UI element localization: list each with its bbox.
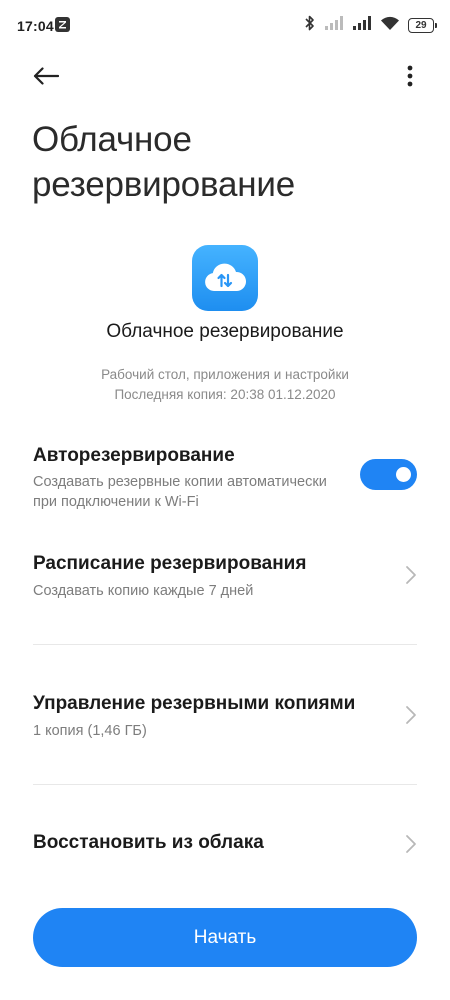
divider [33,784,417,785]
bluetooth-icon [304,14,316,37]
chevron-right-icon [406,706,416,724]
more-vertical-icon [407,65,413,87]
manage-backups-title: Управление резервными копиями [33,693,356,714]
signal-icon [324,15,344,36]
page-title: Облачное резервирование [32,120,296,204]
backup-contents-text: Рабочий стол, приложения и настройки [101,367,349,382]
divider [33,644,417,645]
status-icons: 29 [304,14,437,37]
restore-title: Восстановить из облака [33,832,264,853]
last-backup-text: Последняя копия: 20:38 01.12.2020 [114,387,336,402]
wifi-icon [380,15,400,36]
hero-title: Облачное резервирование [106,321,344,342]
app-notification-icon [55,17,70,32]
back-button[interactable] [28,58,64,94]
cloud-sync-icon [192,245,258,311]
hero-subtitle: Рабочий стол, приложения и настройки Пос… [0,365,450,405]
manage-backups-subtitle: 1 копия (1,46 ГБ) [33,723,147,739]
battery-level: 29 [415,19,427,31]
start-button[interactable]: Начать [33,908,417,967]
status-time: 17:04 [17,18,54,34]
status-bar: 17:04 29 [0,0,450,56]
battery-icon: 29 [408,17,437,33]
auto-backup-toggle[interactable] [360,459,417,490]
restore-row[interactable]: Восстановить из облака [0,820,450,870]
cloud-backup-screen: 17:04 29 Облачное резервирование Облачно… [0,0,450,1000]
manage-backups-row[interactable]: Управление резервными копиями 1 копия (1… [0,685,450,755]
chevron-right-icon [406,566,416,584]
chevron-right-icon [406,835,416,853]
schedule-row[interactable]: Расписание резервирования Создавать копи… [0,545,450,615]
signal-icon [352,15,372,36]
schedule-title: Расписание резервирования [33,553,307,574]
auto-backup-subtitle: Создавать резервные копии автоматически … [33,474,327,510]
arrow-left-icon [33,67,59,85]
toggle-knob [396,467,411,482]
auto-backup-title: Авторезервирование [33,445,235,466]
schedule-subtitle: Создавать копию каждые 7 дней [33,583,254,599]
more-options-button[interactable] [398,58,422,94]
